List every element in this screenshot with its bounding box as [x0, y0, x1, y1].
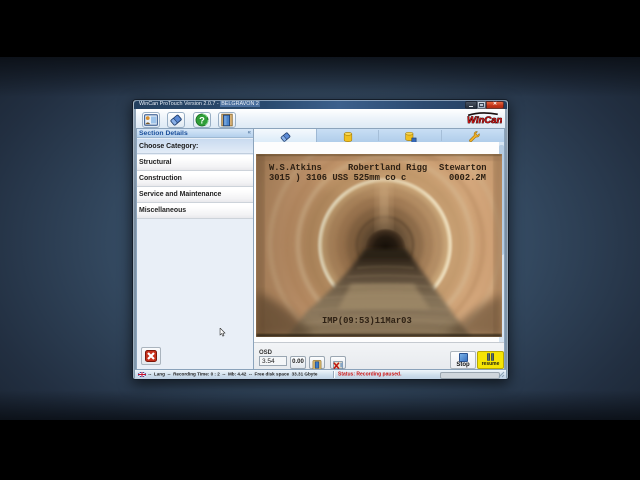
svg-text:WinCan: WinCan	[467, 115, 502, 125]
svg-text:?: ?	[199, 116, 205, 126]
